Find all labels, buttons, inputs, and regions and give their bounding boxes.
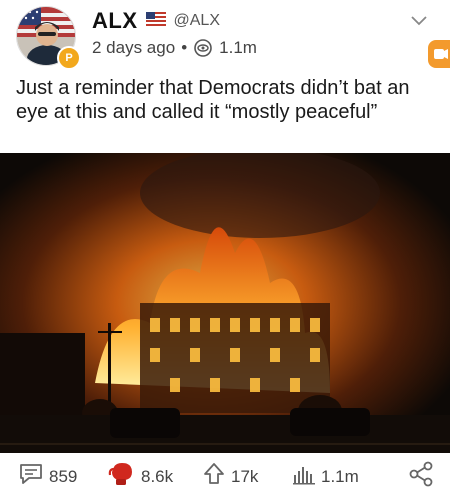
chevron-down-icon[interactable]: [410, 14, 428, 32]
share-network-icon: [408, 461, 434, 492]
comment-count: 859: [49, 466, 78, 486]
author-badge-icon: P: [57, 46, 81, 70]
action-bar: 859 8.6k 17k 1.1m: [0, 453, 450, 500]
eye-icon: [193, 38, 213, 58]
views-count: 1.1m: [321, 466, 359, 486]
boxing-glove-icon: [108, 461, 136, 492]
meta-separator: •: [181, 38, 188, 57]
post-time: 2 days ago: [92, 38, 176, 57]
share-button[interactable]: 17k: [202, 462, 258, 491]
post-header: P ALX @ALX 2 days ago • 1.1m: [0, 0, 450, 74]
view-count: 1.1m: [219, 38, 257, 57]
author-name[interactable]: ALX: [92, 8, 138, 34]
author-handle[interactable]: @ALX: [174, 12, 220, 30]
like-button[interactable]: 8.6k: [108, 461, 173, 492]
like-count: 8.6k: [141, 466, 174, 486]
post-image[interactable]: [0, 148, 450, 453]
post-text: Just a reminder that Democrats didn’t ba…: [16, 77, 410, 123]
app-badge-icon[interactable]: [428, 40, 450, 68]
comment-icon: [18, 462, 44, 491]
bar-chart-icon: [292, 463, 316, 490]
share-count: 17k: [231, 466, 259, 486]
views-indicator[interactable]: 1.1m: [292, 463, 359, 490]
us-flag-icon: [145, 11, 166, 31]
share-network-button[interactable]: [408, 461, 434, 492]
share-arrow-icon: [202, 462, 226, 491]
comment-button[interactable]: 859: [18, 462, 77, 491]
